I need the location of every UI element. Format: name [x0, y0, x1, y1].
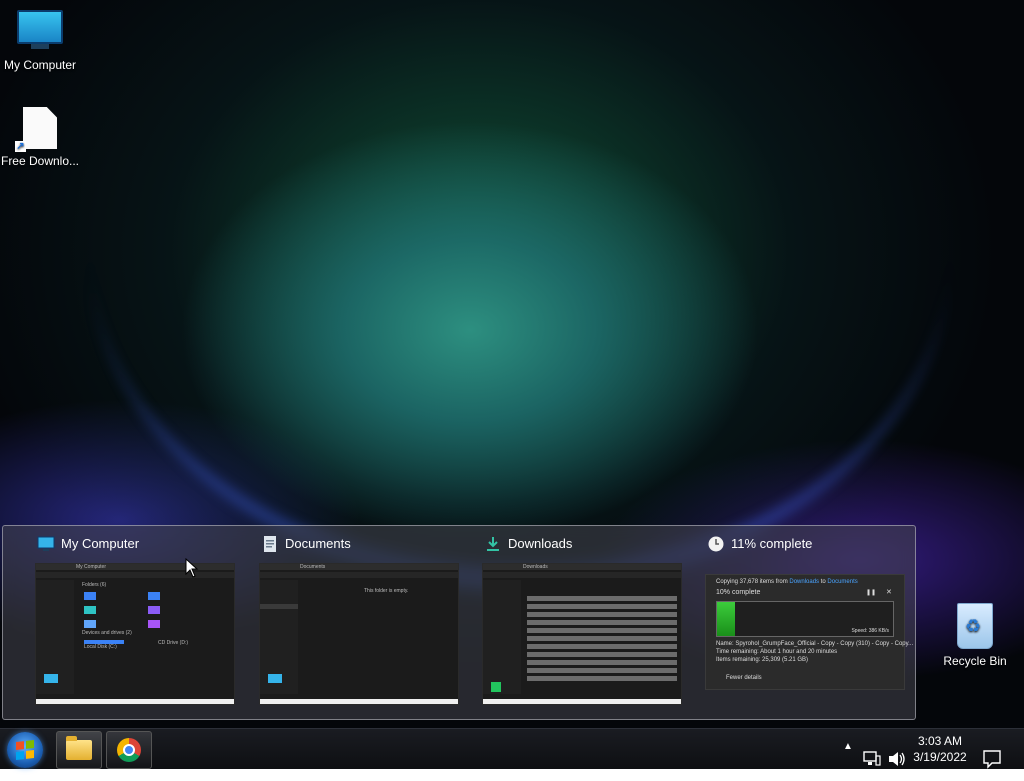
- copy-progress-fill: [717, 602, 735, 636]
- recycle-bin-icon: ♻: [957, 603, 993, 649]
- wallpaper-arc: [90, 0, 950, 588]
- desktop-icon-free-download[interactable]: ↗ Free Downlo...: [0, 107, 80, 169]
- clock-icon: [708, 536, 724, 552]
- thumb-drive1: Local Disk (C:): [84, 644, 117, 650]
- window-card-title: 11% complete: [731, 536, 813, 551]
- thumb-path: Documents: [300, 564, 326, 570]
- copy-time-line: Time remaining: About 1 hour and 20 minu…: [716, 649, 838, 655]
- windows-logo-icon: [16, 740, 34, 760]
- copy-progress-bar: Speed: 386 KB/s: [716, 601, 894, 637]
- monitor-icon: [37, 536, 55, 551]
- download-icon: [487, 537, 499, 551]
- desktop-icon-my-computer[interactable]: My Computer: [0, 10, 80, 72]
- taskbar-file-explorer-button[interactable]: [56, 731, 102, 769]
- window-thumbnail: Documents This folder is empty.: [259, 563, 459, 705]
- copy-name-line: Name: Spyrohol_GrumpFace_Official - Copy…: [716, 641, 914, 647]
- copy-percent-label: 10% complete: [716, 589, 761, 596]
- clock-time: 3:03 AM: [917, 734, 963, 748]
- chrome-icon: [117, 738, 141, 762]
- copy-header: Copying 37,678 items from Downloads to D…: [716, 579, 858, 585]
- folder-icon: [66, 736, 92, 760]
- copy-dialog-thumbnail: Copying 37,678 items from Downloads to D…: [705, 574, 913, 690]
- pause-icon[interactable]: ❚❚: [866, 589, 876, 596]
- document-icon: [264, 536, 276, 552]
- taskbar-clock[interactable]: 3:03 AM 3/19/2022: [908, 733, 972, 765]
- taskbar-chrome-button[interactable]: [106, 731, 152, 769]
- thumb-drives-section: Devices and drives (2): [82, 630, 132, 636]
- notification-center-icon[interactable]: [982, 739, 1002, 779]
- close-icon[interactable]: ✕: [886, 588, 892, 596]
- network-icon[interactable]: [862, 739, 882, 779]
- start-button[interactable]: [7, 732, 43, 768]
- thumb-section: Folders (6): [82, 582, 107, 588]
- show-hidden-icons-chevron-icon[interactable]: ▲: [843, 741, 853, 781]
- file-shortcut-icon: [23, 107, 57, 149]
- shortcut-arrow-icon: ↗: [15, 141, 26, 152]
- fewer-details-button[interactable]: Fewer details: [726, 675, 762, 681]
- thumb-drive2: CD Drive (D:): [158, 640, 188, 646]
- thumb-path: My Computer: [76, 564, 107, 570]
- volume-icon[interactable]: [887, 739, 907, 779]
- copy-speed: Speed: 386 KB/s: [851, 628, 889, 634]
- desktop-icon-recycle-bin[interactable]: ♻ Recycle Bin: [935, 603, 1015, 668]
- taskbar: ▲ 3:03 AM 3/19/2022: [0, 728, 1024, 769]
- window-card-documents[interactable]: Documents Documents This folder is empty…: [259, 526, 464, 716]
- window-thumbnail: Downloads: [482, 563, 682, 705]
- task-switcher: My Computer My Computer Folders (6) Devi…: [2, 525, 916, 720]
- desktop-icon-label: Free Downlo...: [0, 154, 80, 168]
- desktop-icon-label: Recycle Bin: [943, 654, 1007, 668]
- clock-date: 3/19/2022: [913, 750, 967, 764]
- window-card-downloads[interactable]: Downloads Downloads: [482, 526, 687, 716]
- desktop-icon-label: My Computer: [3, 58, 77, 72]
- window-card-copy-progress[interactable]: 11% complete Copying 37,678 items from D…: [705, 526, 913, 716]
- window-thumbnail: My Computer Folders (6) Devices and driv…: [35, 563, 235, 705]
- copy-items-line: Items remaining: 25,309 (5.21 GB): [716, 657, 809, 663]
- thumb-path: Downloads: [523, 564, 548, 570]
- window-card-title: Documents: [285, 536, 351, 551]
- mouse-cursor-icon: [185, 558, 199, 578]
- monitor-icon: [17, 10, 63, 49]
- window-card-title: Downloads: [508, 536, 573, 551]
- window-card-title: My Computer: [61, 536, 140, 551]
- thumb-empty-note: This folder is empty.: [364, 588, 409, 594]
- window-card-my-computer[interactable]: My Computer My Computer Folders (6) Devi…: [35, 526, 240, 716]
